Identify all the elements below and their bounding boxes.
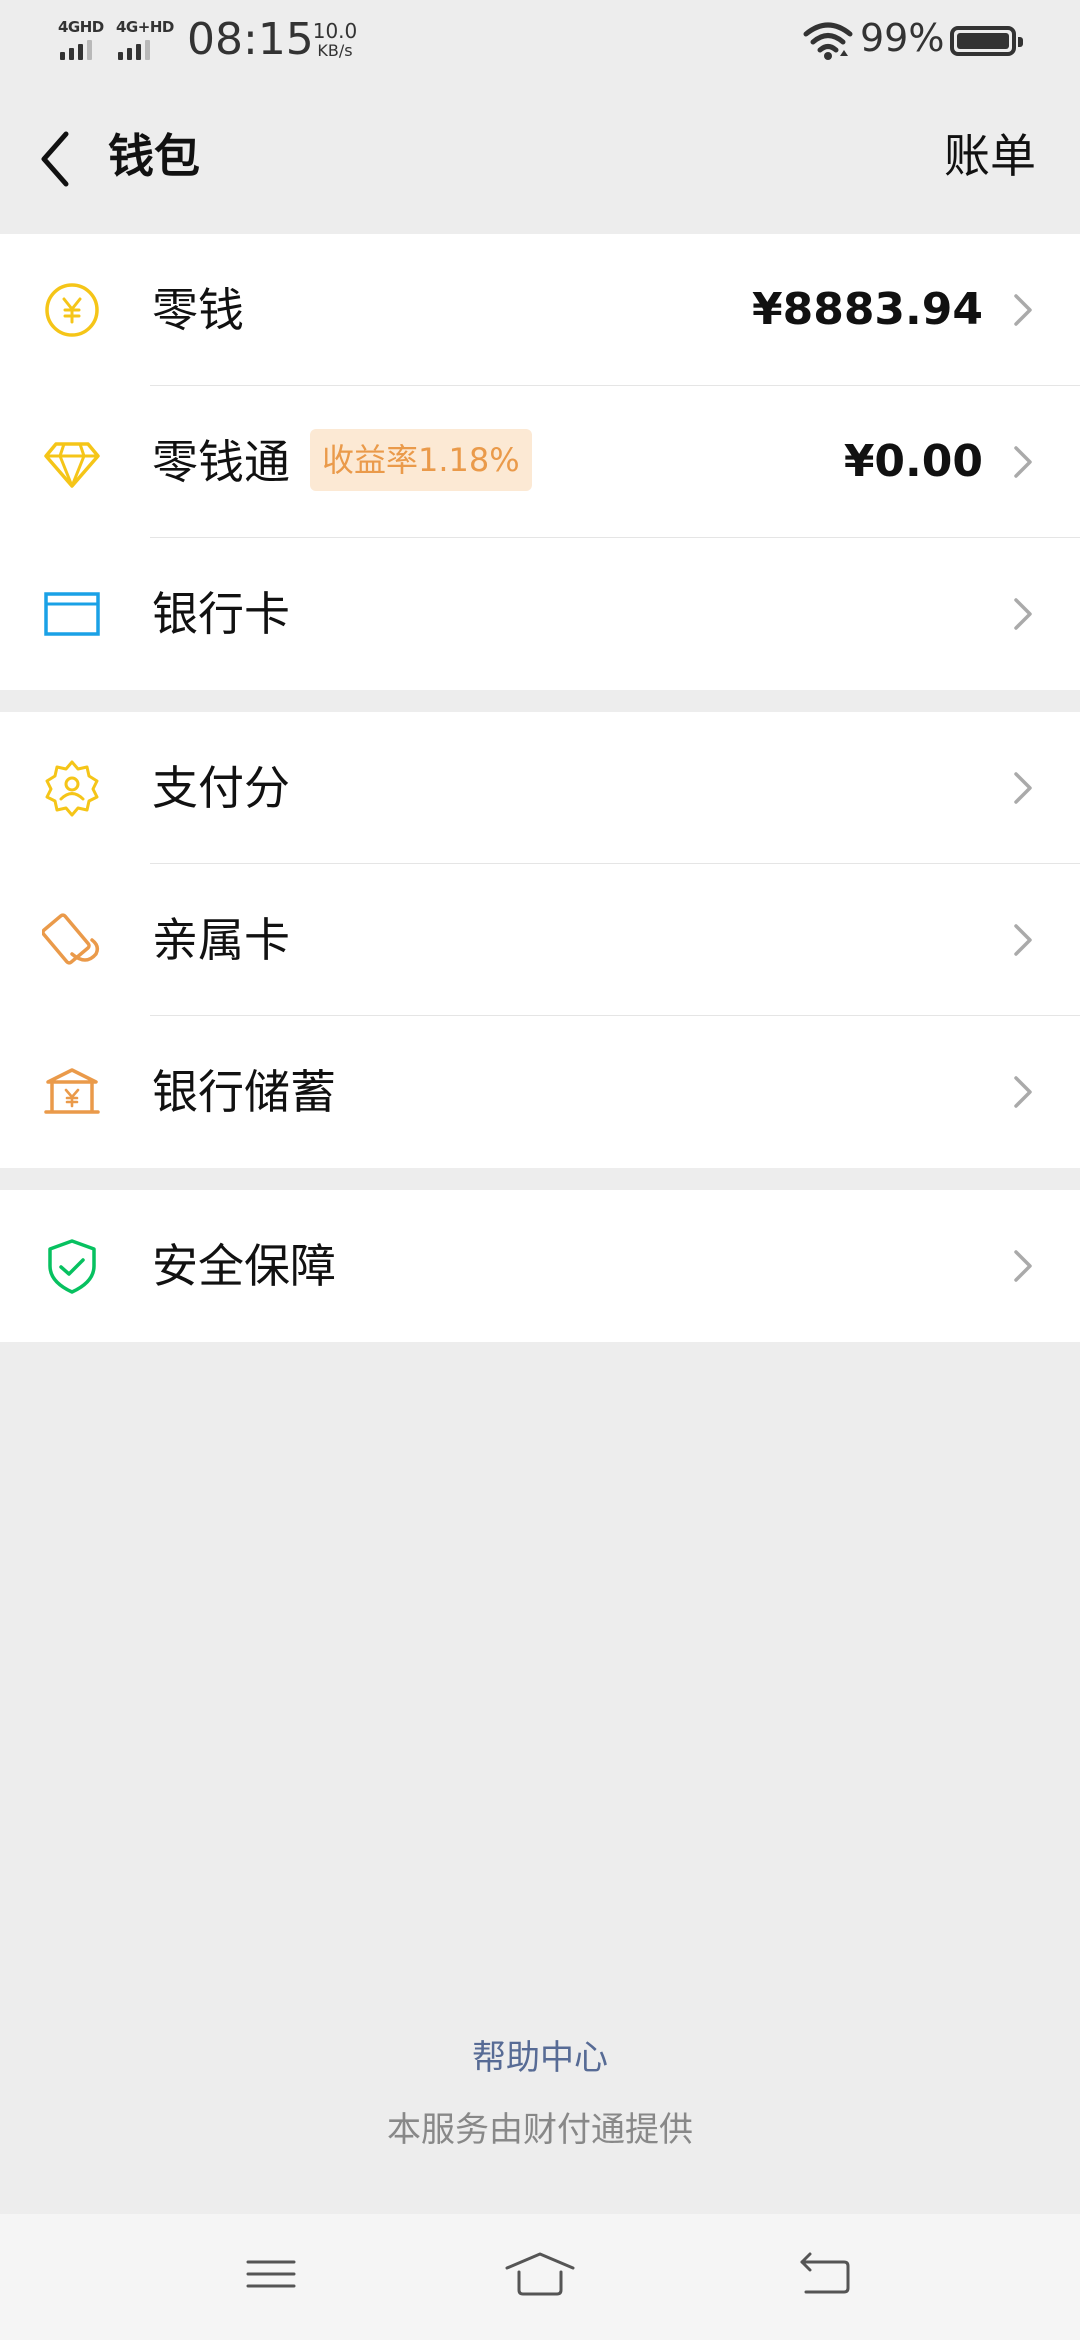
chevron-right-icon: [1014, 1076, 1032, 1108]
shield-check-icon: [48, 1239, 96, 1294]
help-center-link[interactable]: 帮助中心: [0, 2030, 1080, 2079]
change-amount: ¥8883.94: [751, 284, 983, 335]
wallet-group-security: 安全保障: [0, 1190, 1080, 1342]
clock: 08:15: [187, 14, 314, 65]
chevron-right-icon: [1014, 1250, 1032, 1282]
list-item-label: 安全保障: [152, 1239, 336, 1293]
bank-savings-icon: [44, 1068, 100, 1114]
bank-card-icon: [44, 592, 100, 636]
diamond-icon: [44, 442, 100, 488]
chevron-right-icon: [1014, 598, 1032, 630]
list-item-bank-savings[interactable]: 银行储蓄: [0, 1016, 1080, 1168]
list-item-lingqiantong[interactable]: 零钱通 收益率1.18% ¥0.00: [0, 386, 1080, 538]
list-item-label: 零钱: [152, 283, 244, 337]
network-speed-value: 10.0: [312, 19, 358, 43]
battery-icon: [950, 26, 1023, 56]
provider-note: 本服务由财付通提供: [387, 2110, 693, 2150]
back-nav-icon[interactable]: [790, 2244, 860, 2304]
network-speed: 10.0 KB/s: [305, 20, 365, 60]
list-item-label: 零钱通: [152, 435, 290, 489]
network-speed-unit: KB/s: [317, 41, 353, 60]
payscore-badge-icon: [45, 760, 99, 817]
battery-percent: 99%: [860, 16, 945, 60]
list-item-change[interactable]: 零钱 ¥8883.94: [0, 234, 1080, 386]
coin-yuan-icon: [45, 283, 99, 337]
list-item-label: 支付分: [152, 761, 290, 815]
wallet-group-services: 支付分 亲属卡 银行储蓄: [0, 712, 1080, 1168]
yield-rate-badge: 收益率1.18%: [310, 429, 532, 491]
lingqiantong-amount: ¥0.00: [843, 436, 983, 487]
chevron-right-icon: [1014, 294, 1032, 326]
wallet-group-balance: 零钱 ¥8883.94 零钱通 收益率1.18% ¥0.00 银行卡: [0, 234, 1080, 690]
page-title: 钱包: [108, 129, 200, 183]
system-navigation-bar: [0, 2214, 1080, 2340]
bill-button[interactable]: 账单: [944, 120, 1036, 186]
signal-2-bars-icon: [118, 40, 168, 60]
family-card-icon: [42, 913, 100, 965]
list-item-family-card[interactable]: 亲属卡: [0, 864, 1080, 1016]
chevron-right-icon: [1014, 924, 1032, 956]
menu-icon[interactable]: [236, 2244, 306, 2304]
signal-1-bars-icon: [60, 40, 110, 60]
status-bar: 4GHD 4G+HD 08:15 10.0 KB/s 99%: [0, 0, 1080, 84]
list-item-label: 银行卡: [152, 587, 290, 641]
list-item-security[interactable]: 安全保障: [0, 1190, 1080, 1342]
chevron-right-icon: [1014, 772, 1032, 804]
navigation-bar: 钱包 账单: [0, 84, 1080, 234]
home-icon[interactable]: [505, 2244, 575, 2304]
list-item-label: 亲属卡: [152, 913, 290, 967]
back-button[interactable]: [30, 114, 90, 204]
list-item-label: 银行储蓄: [152, 1065, 336, 1119]
chevron-right-icon: [1014, 446, 1032, 478]
signal-2-label: 4G+HD: [116, 18, 174, 36]
list-item-payscore[interactable]: 支付分: [0, 712, 1080, 864]
signal-1-label: 4GHD: [58, 18, 104, 36]
list-item-bank-card[interactable]: 银行卡: [0, 538, 1080, 690]
wifi-icon: [803, 22, 853, 60]
